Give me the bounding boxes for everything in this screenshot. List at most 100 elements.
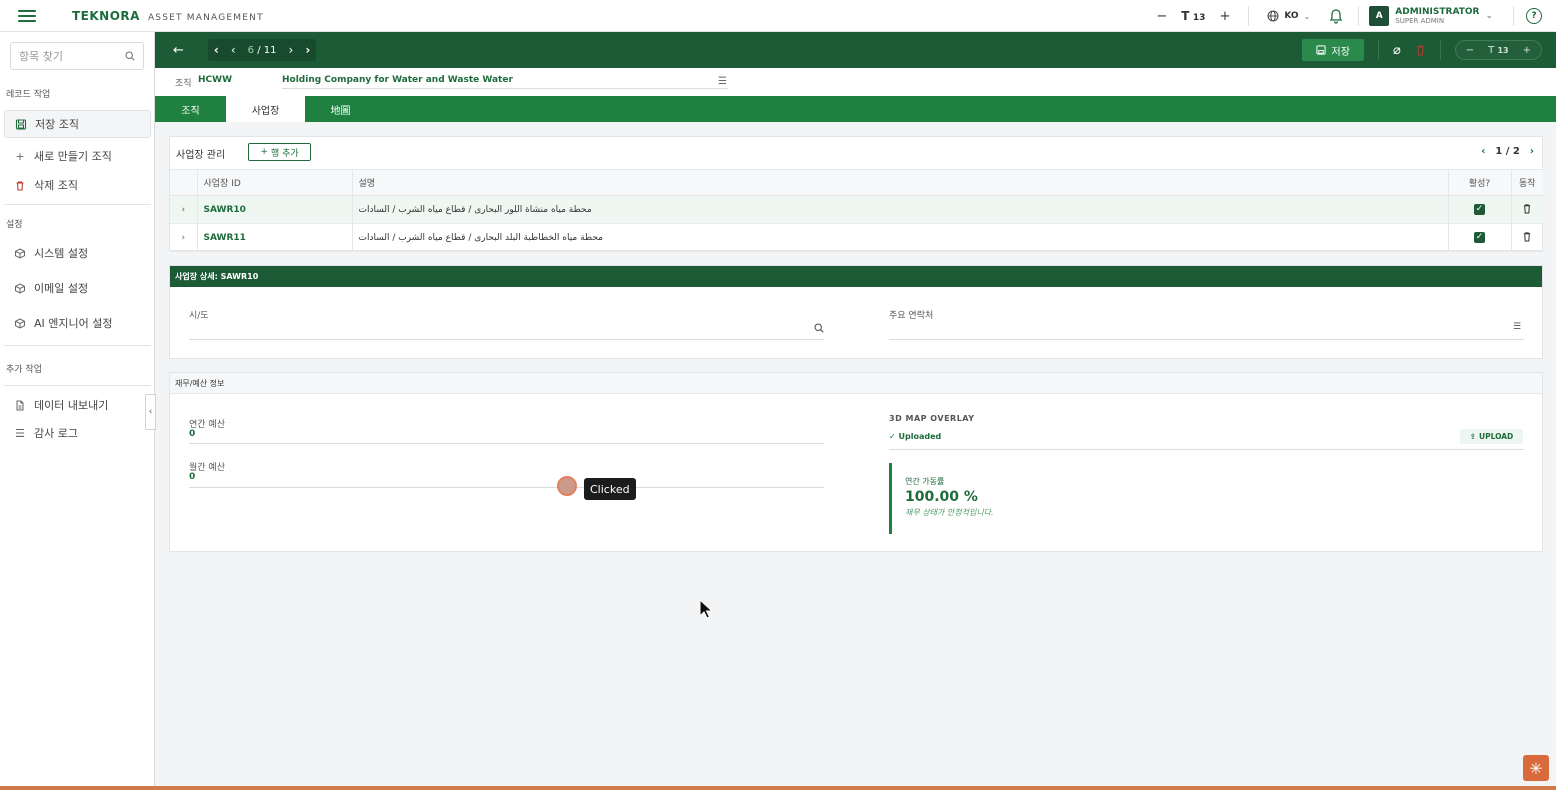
brand-logo: TEKNORA	[72, 8, 140, 23]
expand-row-icon[interactable]: ›	[170, 195, 198, 224]
globe-icon	[1267, 10, 1279, 22]
detail-title: 사업장 상세: SAWR10	[170, 266, 1542, 287]
active-checkbox-cell: ✓	[1448, 195, 1512, 224]
active-checkbox[interactable]: ✓	[1474, 204, 1485, 215]
section-settings: 설정	[6, 220, 23, 230]
finance-panel: 재무/예산 정보 연간 예산 0 월간 예산 0 3D MAP OVERLAY …	[169, 372, 1543, 552]
page-indicator: 1 / 2	[1495, 146, 1520, 157]
table-row[interactable]: › SAWR10 محطة مياه منشاة اللور البحارى /…	[170, 195, 1543, 224]
site-description-cell[interactable]: محطة مياه الخطاطبة البلد البحارى / قطاع …	[352, 223, 1449, 252]
search-placeholder: 항목 찾기	[19, 50, 63, 63]
add-row-button[interactable]: + 행 추가	[248, 143, 311, 161]
sites-table: 사업장 ID 설명 활성? 동작 › SAWR10 محطة مياه منشا…	[170, 169, 1543, 252]
menu-icon[interactable]	[18, 7, 36, 25]
contact-field[interactable]	[889, 339, 1524, 340]
upload-status-label: Uploaded	[898, 432, 942, 441]
plus-icon: +	[15, 149, 25, 163]
sidebar-item-delete-org[interactable]: 삭제 조직	[4, 171, 151, 199]
monthly-budget-value[interactable]: 0	[189, 472, 195, 482]
help-icon[interactable]: ?	[1526, 8, 1542, 24]
minus-icon[interactable]: −	[1466, 45, 1474, 56]
cube-icon	[15, 282, 25, 294]
font-size-control: − T 13 +	[1156, 9, 1230, 24]
trash-icon[interactable]	[1415, 44, 1426, 56]
site-id-cell[interactable]: SAWR10	[197, 195, 353, 224]
organization-row: 조직 HCWW Holding Company for Water and Wa…	[155, 68, 1556, 96]
search-input[interactable]: 항목 찾기	[10, 42, 144, 70]
attachment-icon[interactable]: ⌀	[1393, 43, 1401, 58]
tab-organization[interactable]: 조직	[155, 96, 226, 122]
plus-icon[interactable]: +	[1219, 9, 1230, 24]
sidebar-item-label: 저장 조직	[35, 118, 79, 131]
avatar: A	[1369, 6, 1390, 26]
plus-icon[interactable]: +	[1523, 45, 1531, 56]
tab-map[interactable]: 地圖	[305, 96, 376, 122]
back-arrow-icon[interactable]: ←	[173, 43, 184, 58]
sidebar-item-ai-engineer-settings[interactable]: AI 엔지니어 설정	[4, 309, 151, 337]
availability-card: 연간 가동률 100.00 % 재무 상태가 안정적입니다.	[889, 463, 1089, 534]
plus-icon: +	[260, 147, 268, 157]
click-marker	[557, 476, 577, 496]
next-record-button[interactable]: ›	[289, 43, 294, 57]
list-icon: ☰	[15, 426, 25, 440]
sidebar-item-save-org[interactable]: 저장 조직	[4, 110, 151, 138]
expand-row-icon[interactable]: ›	[170, 223, 198, 252]
sidebar-item-label: 이메일 설정	[34, 282, 89, 295]
finance-title: 재무/예산 정보	[170, 373, 1542, 394]
search-icon[interactable]	[814, 323, 824, 333]
previous-record-button[interactable]: ‹	[231, 43, 236, 57]
column-header-site-id[interactable]: 사업장 ID	[197, 169, 353, 196]
brand: TEKNORA ASSET MANAGEMENT	[72, 9, 264, 23]
annual-budget-value[interactable]: 0	[189, 429, 195, 439]
sidebar-item-label: 삭제 조직	[34, 179, 78, 192]
cloud-upload-icon: ⇪	[1469, 432, 1476, 441]
monthly-budget-field[interactable]	[189, 487, 824, 488]
contact-label: 주요 연락처	[889, 311, 934, 321]
chevron-down-icon: ⌄	[1485, 11, 1493, 21]
table-row[interactable]: › SAWR11 محطة مياه الخطاطبة البلد البحار…	[170, 223, 1543, 252]
first-record-button[interactable]: ‹	[214, 43, 219, 57]
sites-title: 사업장 관리	[176, 150, 226, 161]
trash-icon[interactable]	[1522, 203, 1532, 214]
sidebar-item-label: 시스템 설정	[34, 247, 89, 260]
city-field[interactable]	[189, 339, 824, 340]
upload-button[interactable]: ⇪ UPLOAD	[1460, 429, 1523, 444]
org-code[interactable]: HCWW	[198, 75, 232, 85]
org-name-field[interactable]: Holding Company for Water and Waste Wate…	[282, 75, 728, 89]
previous-page-button[interactable]: ‹	[1481, 146, 1485, 157]
next-page-button[interactable]: ›	[1530, 146, 1534, 157]
list-icon[interactable]: ☰	[1513, 322, 1521, 332]
sidebar-item-label: 데이터 내보내기	[34, 399, 109, 412]
language-selector[interactable]: KO ⌄	[1267, 10, 1310, 22]
click-tooltip: Clicked	[584, 478, 636, 500]
font-size-indicator: T 13	[1488, 45, 1508, 56]
divider	[889, 449, 1524, 450]
minus-icon[interactable]: −	[1156, 9, 1167, 24]
active-checkbox[interactable]: ✓	[1474, 232, 1485, 243]
sites-pager: ‹ 1 / 2 ›	[1481, 146, 1534, 157]
check-icon: ✓	[889, 432, 899, 441]
column-header-description[interactable]: 설명	[352, 169, 1449, 196]
tab-sites[interactable]: 사업장	[226, 96, 305, 122]
sidebar-item-new-org[interactable]: + 새로 만들기 조직	[4, 142, 151, 170]
assistant-icon[interactable]: ✳	[1523, 755, 1549, 781]
column-header-active[interactable]: 활성?	[1448, 169, 1512, 196]
sidebar-item-system-settings[interactable]: 시스템 설정	[4, 239, 151, 267]
sidebar-item-export-data[interactable]: 데이터 내보내기	[4, 391, 151, 419]
site-description-cell[interactable]: محطة مياه منشاة اللور البحارى / قطاع ميا…	[352, 195, 1449, 224]
map-overlay-title: 3D MAP OVERLAY	[889, 414, 975, 423]
bell-icon[interactable]	[1328, 8, 1344, 24]
trash-icon[interactable]	[1522, 231, 1532, 242]
annual-budget-field[interactable]	[189, 443, 824, 444]
divider	[4, 385, 151, 386]
site-id-cell[interactable]: SAWR11	[197, 223, 353, 252]
sidebar-item-audit-log[interactable]: ☰ 감사 로그	[4, 419, 151, 447]
collapse-sidebar-button[interactable]: ‹	[145, 394, 156, 430]
sidebar-item-email-settings[interactable]: 이메일 설정	[4, 274, 151, 302]
availability-label: 연간 가동률	[905, 477, 945, 486]
last-record-button[interactable]: ›	[305, 43, 310, 57]
save-button[interactable]: 저장	[1301, 39, 1364, 61]
record-toolbar: ← ‹ ‹ 6 / 11 › › 저장 ⌀ − T 13 +	[155, 32, 1556, 68]
user-menu[interactable]: A ADMINISTRATOR SUPER ADMIN ⌄	[1369, 6, 1493, 26]
list-icon[interactable]: ☰	[718, 76, 727, 87]
